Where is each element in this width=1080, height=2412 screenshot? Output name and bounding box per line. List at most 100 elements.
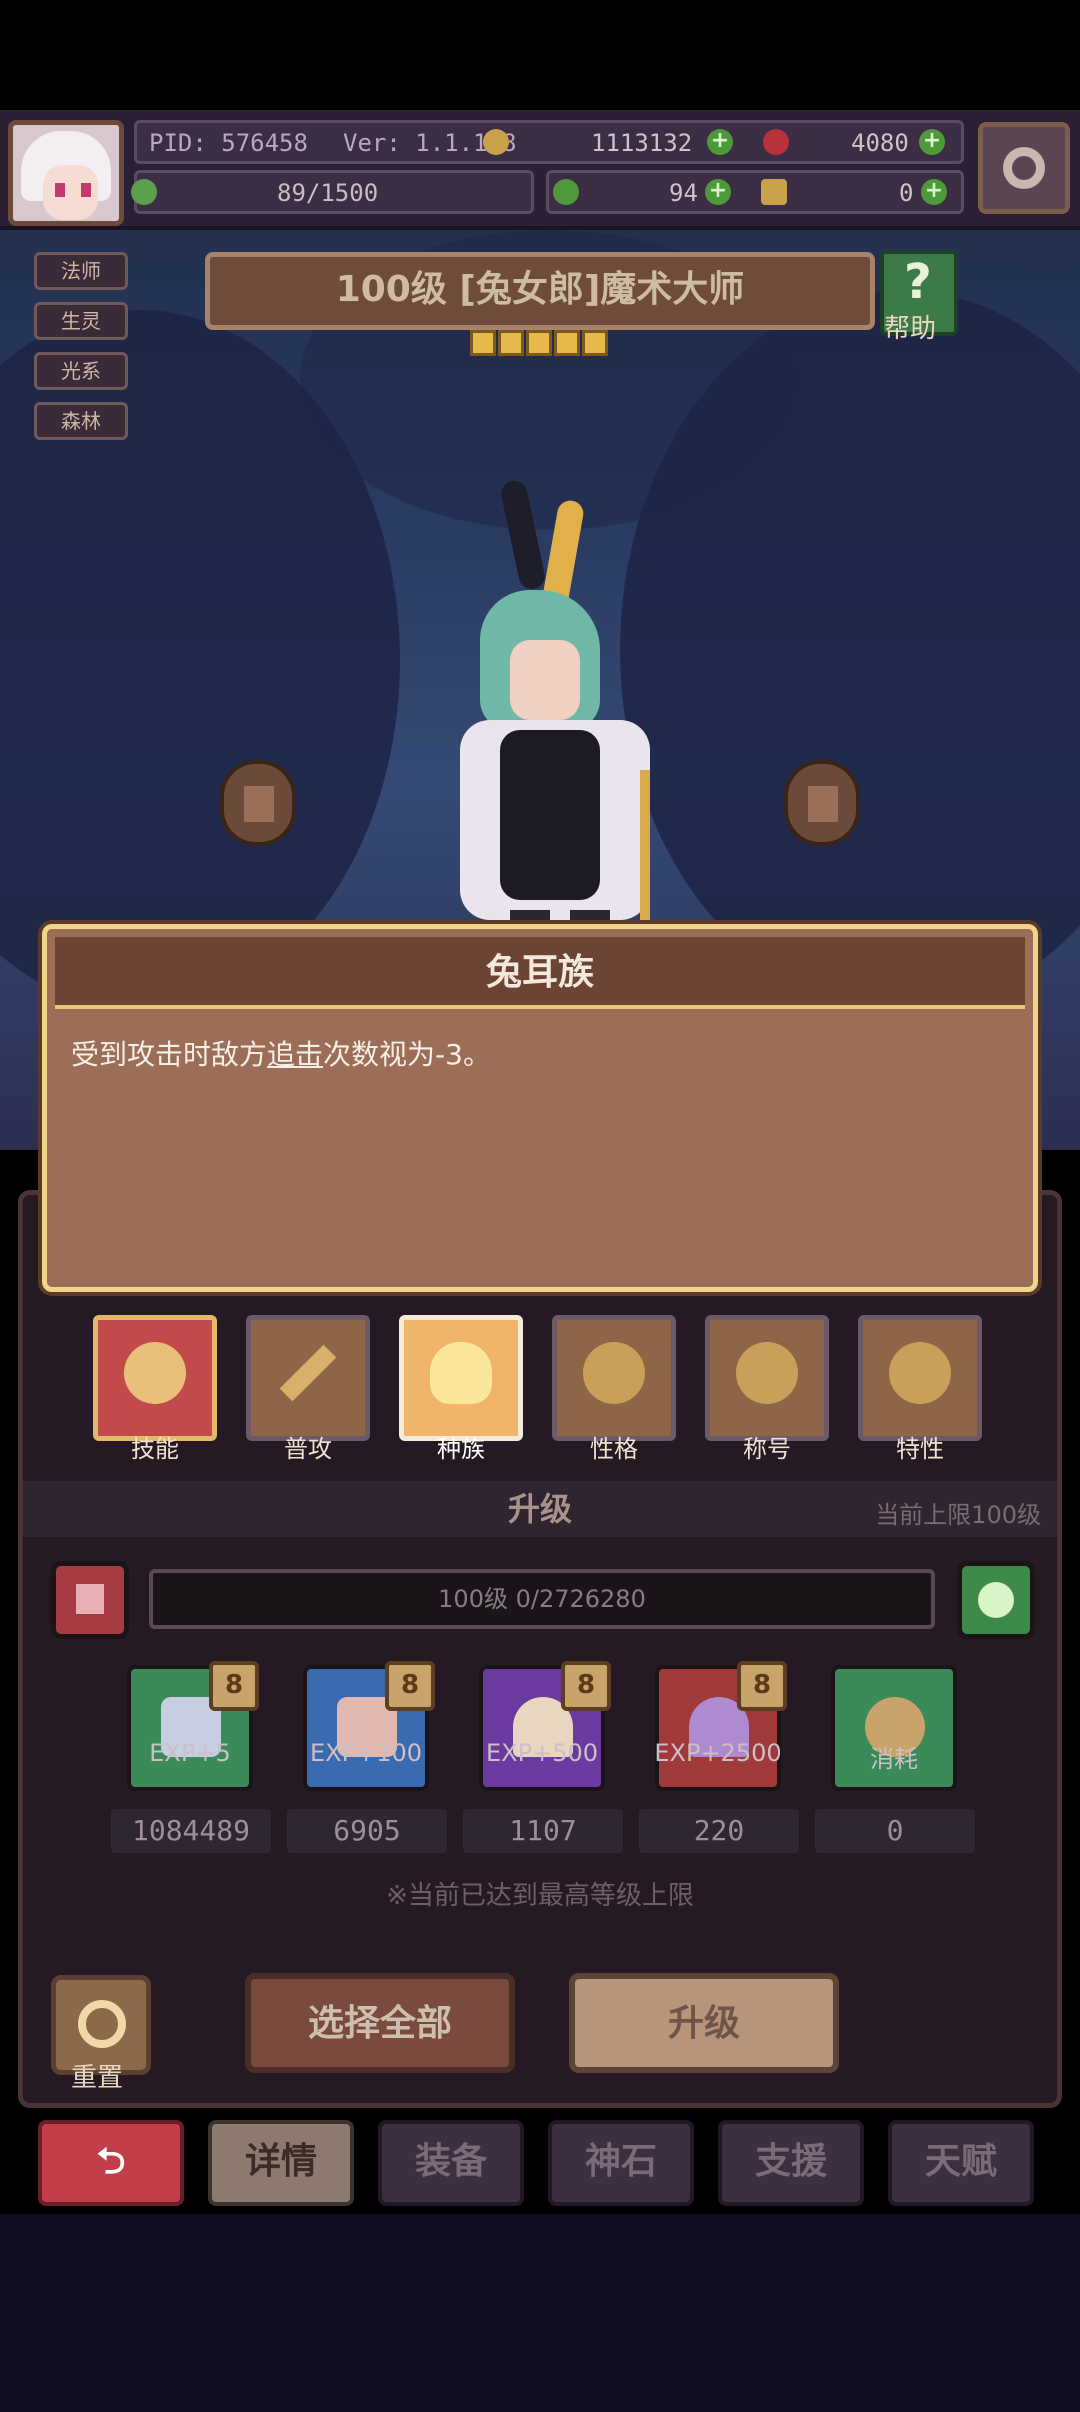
tab-personality[interactable] xyxy=(552,1315,676,1441)
tab-attack[interactable] xyxy=(246,1315,370,1441)
character-title: 100级 [兔女郎]魔术大师 xyxy=(205,252,875,330)
exp-item-count: 6905 xyxy=(287,1809,447,1853)
plus-icon xyxy=(978,1582,1014,1618)
desc-part-2: 次数视为-3。 xyxy=(323,1038,491,1071)
tab-details[interactable]: 详情 xyxy=(208,2120,354,2206)
sword-icon xyxy=(279,1344,337,1402)
exp-item-100[interactable]: 8 xyxy=(303,1661,435,1791)
exp-item-count: 220 xyxy=(639,1809,799,1853)
tab-talent[interactable]: 天赋 xyxy=(888,2120,1034,2206)
info-tabs: 技能 普攻 种族 性格 称号 特性 xyxy=(93,1315,1023,1465)
question-mark-icon: ? xyxy=(904,254,932,310)
next-character-button[interactable] xyxy=(784,760,860,846)
arrow-right-icon xyxy=(808,786,838,822)
tab-skill-label: 技能 xyxy=(131,1435,179,1463)
gold-amount: 1113132 xyxy=(591,129,693,157)
tab-support[interactable]: 支援 xyxy=(718,2120,864,2206)
stamina-value: 89/1500 xyxy=(277,179,379,207)
reset-label: 重置 xyxy=(71,2063,124,2093)
exp-item-5[interactable]: 8 xyxy=(127,1661,259,1791)
plus-icon xyxy=(583,1342,645,1404)
item-badge: 8 xyxy=(385,1661,435,1711)
level-down-button[interactable] xyxy=(51,1561,129,1639)
upgrade-button[interactable]: 升级 xyxy=(569,1973,839,2073)
tab-attack-label: 普攻 xyxy=(284,1435,332,1463)
keyword-link[interactable]: 追击 xyxy=(267,1038,323,1071)
tab-divine-stone[interactable]: 神石 xyxy=(548,2120,694,2206)
settings-gear-icon[interactable] xyxy=(978,122,1070,214)
character-face xyxy=(510,640,580,720)
exp-item-label: EXP+500 xyxy=(486,1739,598,1767)
refresh-icon xyxy=(78,2000,126,2048)
exp-item-label: EXP+5 xyxy=(149,1739,231,1767)
star-rating xyxy=(470,330,610,364)
tab-trait[interactable] xyxy=(858,1315,982,1441)
tab-race-label: 种族 xyxy=(437,1435,485,1463)
max-level-notice: ※当前已达到最高等级上限 xyxy=(386,1881,694,1911)
rabbit-icon xyxy=(430,1342,492,1404)
player-avatar[interactable] xyxy=(8,120,124,226)
gear-ring xyxy=(1003,147,1045,189)
upgrade-panel: 技能 普攻 种族 性格 称号 特性 升级 当前上限100级 100级 0/272… xyxy=(18,1190,1062,2108)
consume-label: 消耗 xyxy=(870,1745,918,1773)
star-icon xyxy=(526,330,552,356)
stamina-row: 89/1500 xyxy=(131,170,534,214)
tab-skill[interactable] xyxy=(93,1315,217,1441)
add-gem-icon[interactable]: + xyxy=(919,129,945,155)
tab-trait-label: 特性 xyxy=(896,1435,944,1463)
exp-item-count: 1107 xyxy=(463,1809,623,1853)
skill-icon xyxy=(124,1342,186,1404)
gem-amount: 4080 xyxy=(851,129,909,157)
exp-progress-bar: 100级 0/2726280 xyxy=(149,1569,935,1629)
back-button[interactable]: ⮌ xyxy=(38,2120,184,2206)
element-tag: 光系 xyxy=(34,352,128,390)
tab-race[interactable] xyxy=(399,1315,523,1441)
tab-equipment[interactable]: 装备 xyxy=(378,2120,524,2206)
item-badge: 8 xyxy=(737,1661,787,1711)
other-amount: 0 xyxy=(899,179,914,207)
exp-item-2500[interactable]: 8 xyxy=(655,1661,787,1791)
level-up-plus-button[interactable] xyxy=(957,1561,1035,1639)
tooltip-description: 受到攻击时敌方追击次数视为-3。 xyxy=(71,1033,1011,1073)
back-arrow-icon: ⮌ xyxy=(96,2141,126,2182)
tooltip-title: 兔耳族 xyxy=(55,937,1025,1009)
exp-item-500[interactable]: 8 xyxy=(479,1661,611,1791)
arrow-left-icon xyxy=(244,786,274,822)
top-resource-bar: PID: 576458 Ver: 1.1.1.8 1113132 + 4080 … xyxy=(0,110,1080,230)
type-tag: 生灵 xyxy=(34,302,128,340)
add-gold-icon[interactable]: + xyxy=(707,129,733,155)
star-icon xyxy=(582,330,608,356)
class-tag: 法师 xyxy=(34,252,128,290)
tab-title-label: 称号 xyxy=(743,1435,791,1463)
clover-stamina-icon xyxy=(131,179,157,205)
plus-icon xyxy=(889,1342,951,1404)
tab-title[interactable] xyxy=(705,1315,829,1441)
desc-part-1: 受到攻击时敌方 xyxy=(71,1038,268,1071)
trait-tooltip: 兔耳族 受到攻击时敌方追击次数视为-3。 xyxy=(42,924,1038,1292)
bottom-fill xyxy=(0,2214,1080,2412)
item-badge: 8 xyxy=(561,1661,611,1711)
currency-row-2: 94 + 0 + xyxy=(546,170,964,214)
download-icon xyxy=(76,1584,104,1614)
avatar-eye xyxy=(55,183,65,197)
prev-character-button[interactable] xyxy=(220,760,296,846)
add-other-icon[interactable]: + xyxy=(921,179,947,205)
consume-count: 0 xyxy=(815,1809,975,1853)
exp-item-label: EXP+2500 xyxy=(654,1739,782,1767)
add-clover-icon[interactable]: + xyxy=(705,179,731,205)
plus-icon xyxy=(736,1342,798,1404)
bunny-ear xyxy=(498,478,548,592)
fist-icon xyxy=(761,179,787,205)
clover-icon xyxy=(553,179,579,205)
item-badge: 8 xyxy=(209,1661,259,1711)
tab-personality-label: 性格 xyxy=(590,1435,638,1463)
clover-amount: 94 xyxy=(669,179,698,207)
character-body xyxy=(500,730,600,900)
avatar-eye xyxy=(81,183,91,197)
star-icon xyxy=(470,330,496,356)
help-label: 帮助 xyxy=(884,314,937,344)
level-limit: 当前上限100级 xyxy=(875,1501,1041,1529)
status-bar xyxy=(0,0,1080,110)
star-icon xyxy=(498,330,524,356)
select-all-button[interactable]: 选择全部 xyxy=(245,1973,515,2073)
